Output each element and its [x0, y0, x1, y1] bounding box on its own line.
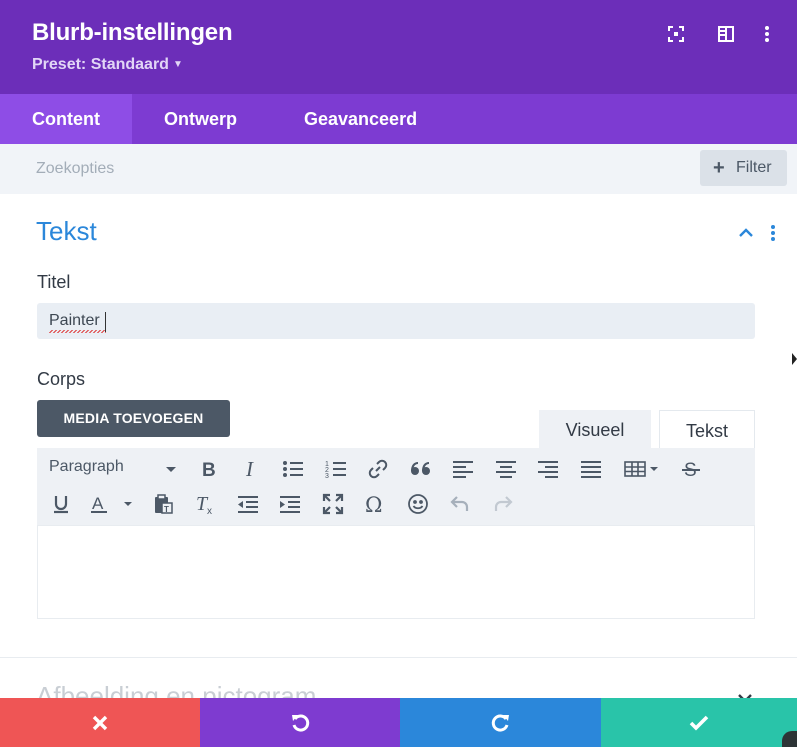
bullet-list-icon[interactable] — [280, 456, 306, 482]
strikethrough-icon[interactable]: S — [678, 456, 704, 482]
filter-label: Filter — [736, 159, 772, 176]
redo-button[interactable] — [400, 698, 601, 747]
sidebar-layout-icon[interactable] — [717, 25, 735, 43]
svg-text:3: 3 — [325, 473, 329, 479]
svg-text:T: T — [164, 505, 169, 514]
svg-text:I: I — [245, 459, 254, 479]
resize-corner[interactable] — [782, 731, 797, 747]
link-icon[interactable] — [365, 456, 391, 482]
more-vertical-icon[interactable] — [758, 25, 776, 43]
search-input[interactable] — [36, 156, 636, 182]
tab-visual-editor[interactable]: Visueel — [539, 410, 651, 448]
bold-icon[interactable]: B — [195, 456, 221, 482]
tab-ontwerp[interactable]: Ontwerp — [164, 94, 237, 144]
italic-icon[interactable]: I — [238, 456, 264, 482]
underline-icon[interactable] — [48, 491, 74, 517]
section-more-icon[interactable] — [766, 224, 780, 242]
section-divider — [0, 657, 797, 658]
title-field-label: Titel — [37, 272, 71, 292]
undo-button[interactable] — [200, 698, 400, 747]
action-footer — [0, 698, 797, 747]
focus-icon[interactable] — [667, 25, 685, 43]
close-icon — [92, 715, 108, 730]
emoji-icon[interactable] — [405, 491, 431, 517]
modal-title: Blurb-instellingen — [32, 19, 233, 46]
plus-icon: + — [713, 157, 725, 179]
settings-tabs: Content Ontwerp Geavanceerd — [0, 94, 797, 144]
special-char-icon[interactable]: Ω — [362, 491, 388, 517]
filter-button[interactable]: + Filter — [700, 150, 787, 186]
svg-text:Ω: Ω — [365, 493, 382, 515]
text-cursor — [105, 312, 106, 332]
text-color-icon[interactable]: A — [88, 491, 138, 517]
undo-icon[interactable] — [447, 491, 473, 517]
check-icon — [689, 715, 709, 731]
svg-text:x: x — [207, 506, 212, 515]
align-justify-icon[interactable] — [578, 456, 604, 482]
clear-format-icon[interactable]: Tx — [192, 491, 218, 517]
preset-selector[interactable]: Preset: Standaard ▼ — [32, 56, 183, 74]
numbered-list-icon[interactable]: 123 — [323, 456, 349, 482]
align-left-icon[interactable] — [450, 456, 476, 482]
fullscreen-icon[interactable] — [320, 491, 346, 517]
format-caret-icon — [166, 467, 176, 472]
title-field[interactable] — [37, 303, 755, 339]
svg-text:B: B — [202, 460, 216, 479]
save-button[interactable] — [601, 698, 797, 747]
paste-text-icon[interactable]: T — [150, 491, 176, 517]
search-bar — [0, 144, 797, 194]
caret-down-icon: ▼ — [172, 59, 183, 70]
align-center-icon[interactable] — [493, 456, 519, 482]
preset-label: Preset: Standaard — [32, 56, 169, 73]
svg-text:A: A — [92, 494, 104, 513]
table-icon[interactable] — [622, 456, 662, 482]
align-right-icon[interactable] — [535, 456, 561, 482]
outdent-icon[interactable] — [235, 491, 261, 517]
redo-icon — [491, 714, 509, 732]
rich-text-editor[interactable] — [37, 525, 755, 619]
tab-content[interactable]: Content — [0, 94, 132, 144]
tab-geavanceerd[interactable]: Geavanceerd — [304, 94, 417, 144]
add-media-button[interactable]: MEDIA TOEVOEGEN — [37, 400, 230, 437]
resize-handle-arrow-icon[interactable] — [792, 353, 797, 365]
blockquote-icon[interactable] — [408, 456, 434, 482]
body-field-label: Corps — [37, 369, 86, 389]
format-select[interactable]: Paragraph — [49, 458, 124, 476]
settings-header: Blurb-instellingen Preset: Standaard ▼ — [0, 0, 797, 94]
section-title[interactable]: Tekst — [36, 216, 97, 247]
undo-icon — [292, 714, 310, 732]
redo-icon[interactable] — [490, 491, 516, 517]
spellcheck-underline — [49, 330, 106, 333]
tab-text-editor[interactable]: Tekst — [659, 410, 755, 448]
indent-icon[interactable] — [277, 491, 303, 517]
cancel-button[interactable] — [0, 698, 200, 747]
chevron-up-icon[interactable] — [737, 225, 755, 239]
